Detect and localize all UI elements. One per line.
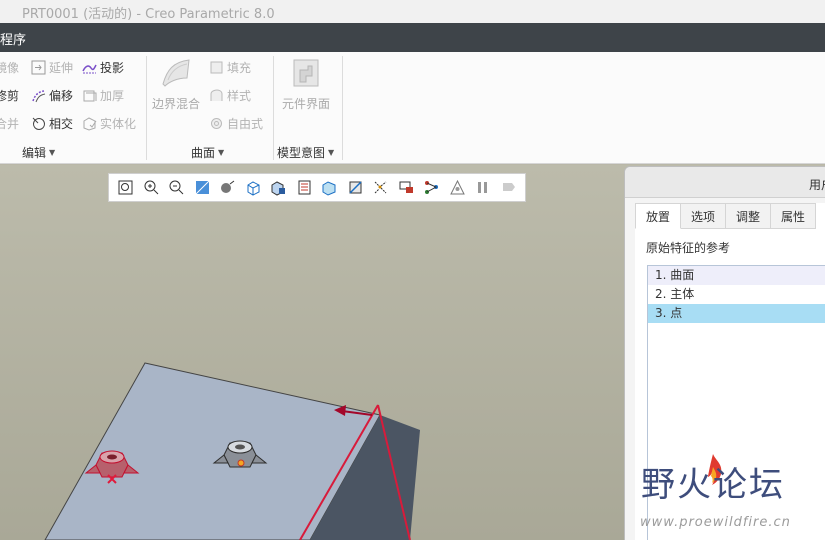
watermark-text: 野火论坛 xyxy=(641,465,785,505)
extend-icon xyxy=(31,60,46,75)
thicken-icon xyxy=(82,88,97,103)
mirror-label: 镜像 xyxy=(0,60,20,75)
view-toolbar xyxy=(108,173,526,202)
chevron-down-icon: ▼ xyxy=(218,148,225,157)
merge-label: 合并 xyxy=(0,116,20,131)
dialog-tabs: 放置 选项 调整 属性 xyxy=(635,203,817,229)
style-icon xyxy=(209,88,224,103)
style-label: 样式 xyxy=(227,88,252,103)
offset-icon xyxy=(31,88,46,103)
freestyle-label: 自由式 xyxy=(227,116,264,131)
intersect-icon xyxy=(31,116,46,131)
next-icon[interactable] xyxy=(500,179,517,196)
window-titlebar: PRT0001 (活动的) - Creo Parametric 8.0 xyxy=(0,0,825,23)
offset-button[interactable]: 偏移 xyxy=(31,85,73,105)
solidify-label: 实体化 xyxy=(100,116,137,131)
group-divider xyxy=(273,56,274,160)
surface-group-label[interactable]: 曲面 ▼ xyxy=(191,144,224,161)
offset-label: 偏移 xyxy=(49,88,74,103)
thicken-button[interactable]: 加厚 xyxy=(82,85,124,105)
merge-button[interactable]: 合并 xyxy=(0,113,19,133)
thicken-label: 加厚 xyxy=(100,88,125,103)
saved-orientations-icon[interactable] xyxy=(245,179,262,196)
tab-properties[interactable]: 属性 xyxy=(771,203,817,229)
project-button[interactable]: 投影 xyxy=(82,57,124,77)
solidify-icon xyxy=(82,116,97,131)
solidify-button[interactable]: 实体化 xyxy=(82,113,136,133)
boundary-blend-button[interactable]: 边界混合 xyxy=(152,56,200,112)
tab-placement[interactable]: 放置 xyxy=(635,203,682,229)
component-interface-icon xyxy=(289,56,323,90)
chevron-down-icon: ▼ xyxy=(328,148,335,157)
list-item[interactable]: 2. 主体 xyxy=(648,285,825,304)
perspective-icon[interactable] xyxy=(296,179,313,196)
ribbon-tab-bar: 程序 xyxy=(0,23,825,52)
model-intent-group-label[interactable]: 模型意图 ▼ xyxy=(277,144,334,161)
extend-button[interactable]: 延伸 xyxy=(31,57,73,77)
ribbon-tab-label[interactable]: 程序 xyxy=(0,29,26,48)
trim-button[interactable]: 修剪 xyxy=(0,85,19,105)
forum-watermark: 野火论坛 www.proewildfire.cn xyxy=(637,453,817,533)
intersect-button[interactable]: 相交 xyxy=(31,113,73,133)
freestyle-button[interactable]: 自由式 xyxy=(209,113,263,133)
list-item[interactable]: 3. 点 xyxy=(648,304,825,323)
view-normal-icon[interactable] xyxy=(449,179,466,196)
component-interface-label: 元件界面 xyxy=(282,97,331,111)
zoom-out-icon[interactable] xyxy=(168,179,185,196)
project-label: 投影 xyxy=(100,60,125,75)
group-divider xyxy=(146,56,147,160)
intersect-label: 相交 xyxy=(49,116,74,131)
extend-label: 延伸 xyxy=(49,60,74,75)
dialog-title: 用户 xyxy=(809,178,825,192)
boundary-blend-icon xyxy=(159,56,193,90)
repaint-icon[interactable] xyxy=(194,179,211,196)
refit-icon[interactable] xyxy=(117,179,134,196)
chevron-down-icon: ▼ xyxy=(49,148,56,157)
trim-label: 修剪 xyxy=(0,88,20,103)
section-icon[interactable] xyxy=(321,179,338,196)
project-icon xyxy=(82,60,97,75)
tab-adjust[interactable]: 调整 xyxy=(726,203,772,229)
fill-icon xyxy=(209,60,224,75)
mirror-button[interactable]: 镜像 xyxy=(0,57,19,77)
datum-display-icon[interactable] xyxy=(372,179,389,196)
display-style-icon[interactable] xyxy=(219,179,236,196)
boundary-blend-label: 边界混合 xyxy=(152,97,201,111)
fill-label: 填充 xyxy=(227,60,252,75)
zoom-in-icon[interactable] xyxy=(143,179,160,196)
tab-options[interactable]: 选项 xyxy=(681,203,727,229)
component-interface-button[interactable]: 元件界面 xyxy=(282,56,330,112)
ribbon: 镜像 延伸 投影 修剪 偏移 加厚 合并 相交 实体化 编辑▼ 边界混合 填充 xyxy=(0,52,825,164)
spin-center-icon[interactable] xyxy=(398,179,415,196)
group-divider xyxy=(342,56,343,160)
view-manager-icon[interactable] xyxy=(270,179,287,196)
references-label: 原始特征的参考 xyxy=(646,241,731,255)
window-title: PRT0001 (活动的) - Creo Parametric 8.0 xyxy=(22,7,275,22)
list-item[interactable]: 1. 曲面 xyxy=(648,266,825,285)
freestyle-icon xyxy=(209,116,224,131)
dialog-titlebar[interactable]: 用户 xyxy=(625,167,825,198)
style-button[interactable]: 样式 xyxy=(209,85,251,105)
fill-button[interactable]: 填充 xyxy=(209,57,251,77)
watermark-url: www.proewildfire.cn xyxy=(640,515,791,530)
edit-group-label[interactable]: 编辑 ▼ xyxy=(22,144,55,161)
pause-icon[interactable] xyxy=(474,179,491,196)
annotation-display-icon[interactable] xyxy=(347,179,364,196)
appearance-icon[interactable] xyxy=(423,179,440,196)
